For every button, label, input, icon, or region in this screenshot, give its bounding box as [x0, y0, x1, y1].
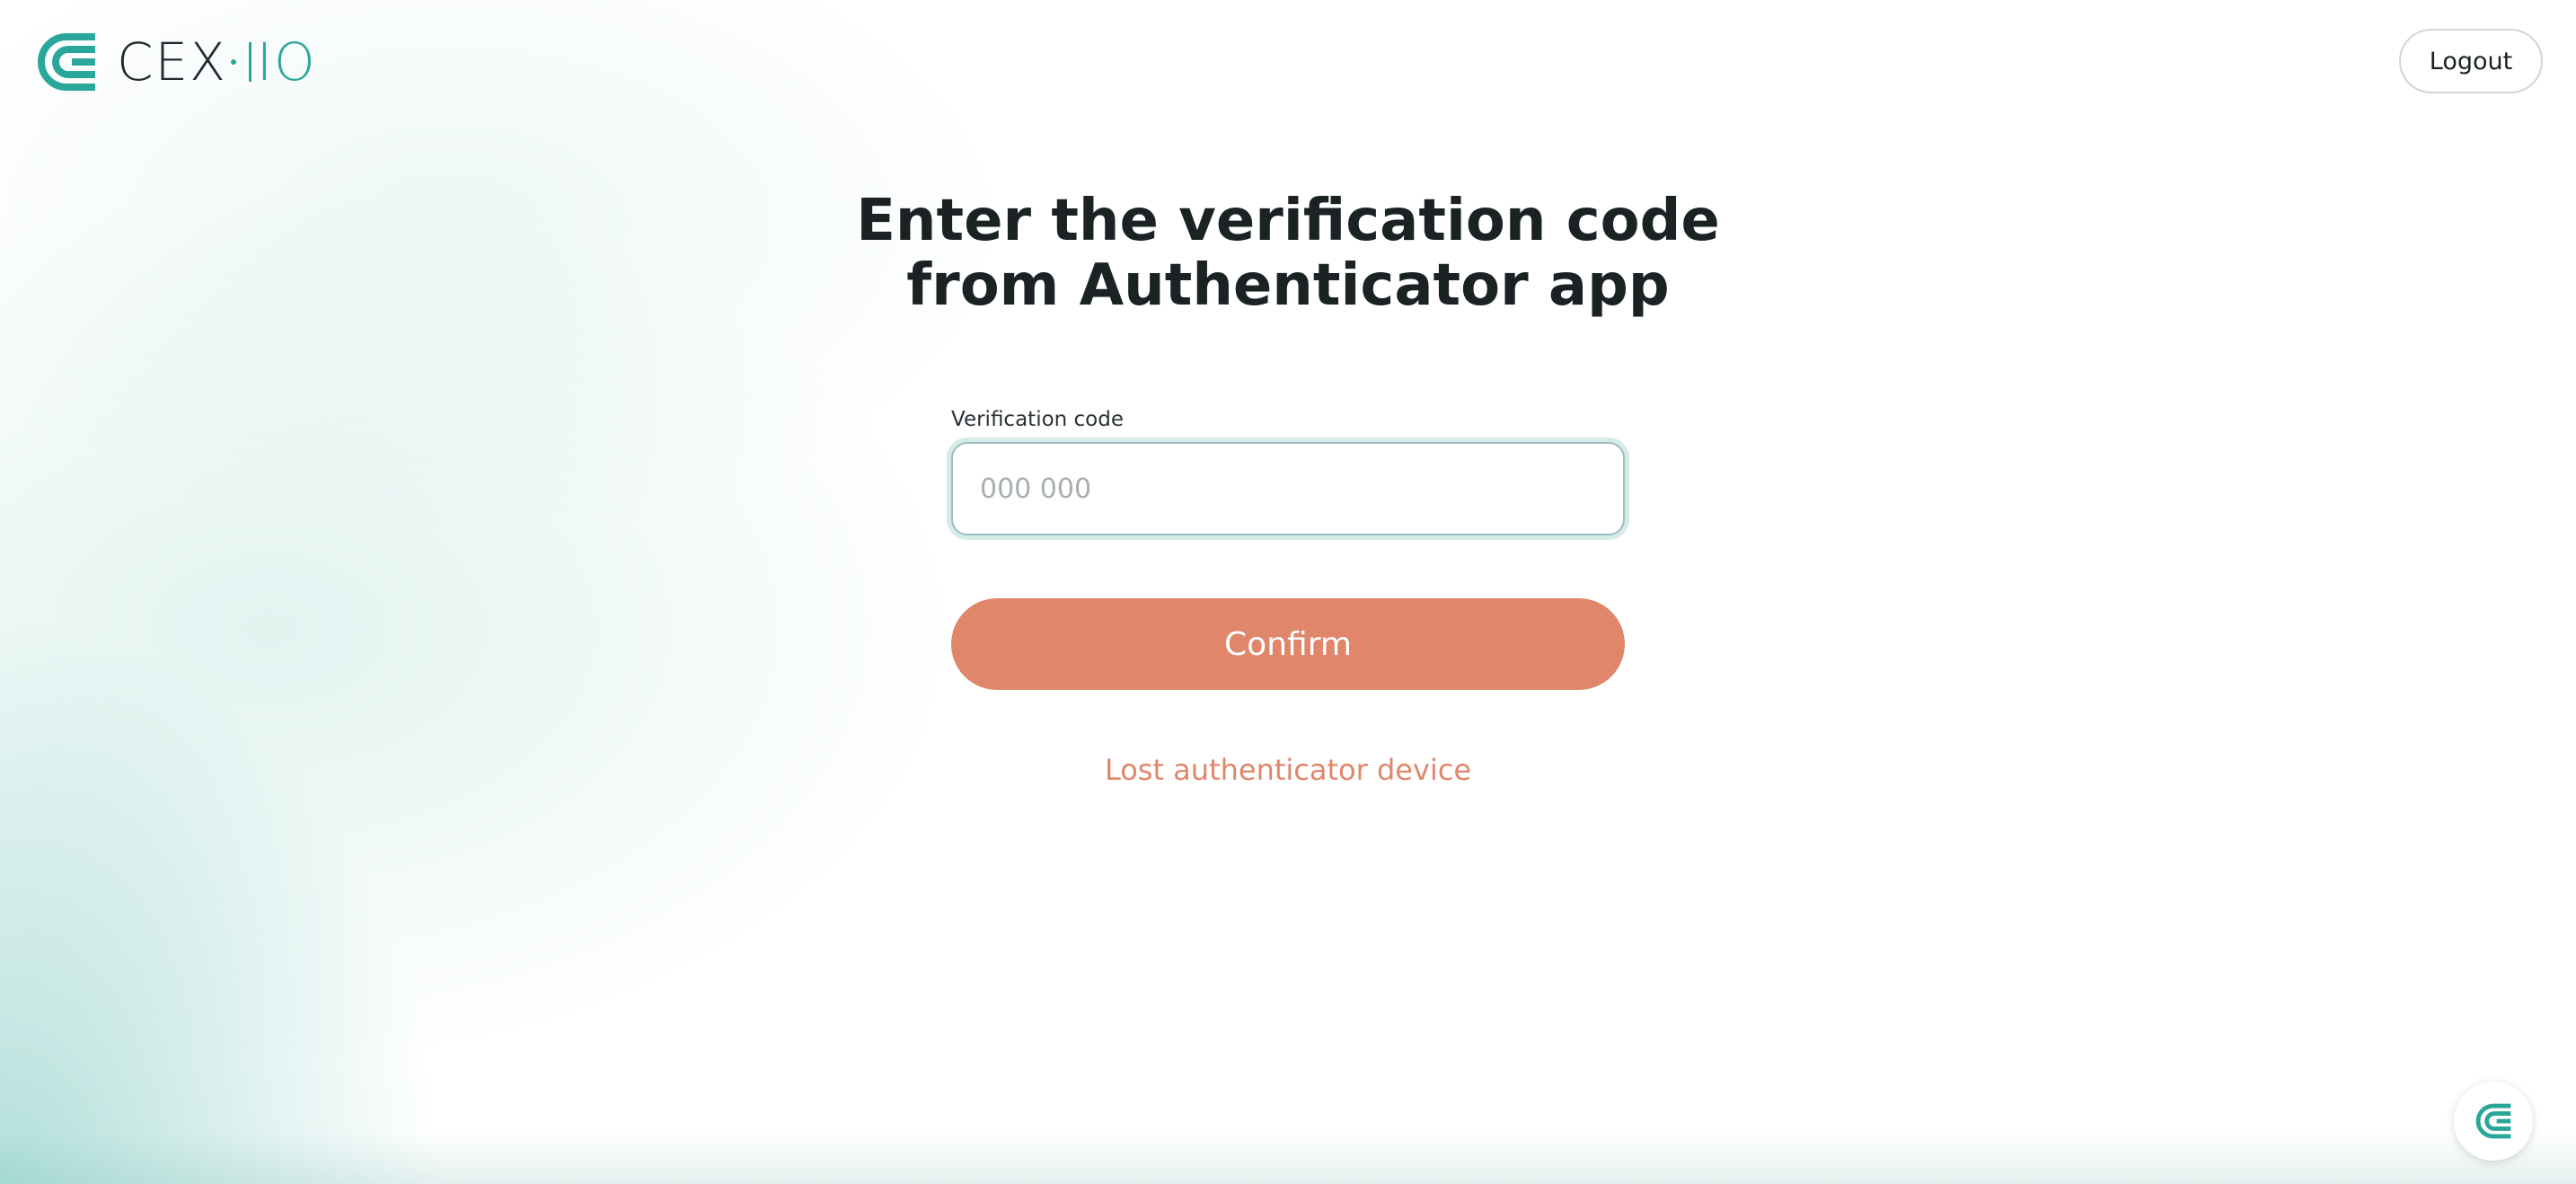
- cex-io-chat-icon: [2475, 1103, 2511, 1139]
- verification-code-label: Verification code: [951, 408, 1125, 431]
- verification-form: Verification code Confirm: [951, 408, 1625, 690]
- verification-panel: Enter the verification code from Authent…: [0, 189, 2576, 787]
- page-title: Enter the verification code from Authent…: [856, 188, 1720, 319]
- verification-code-field-wrapper: [951, 442, 1625, 535]
- logo-text-cex: CEX: [117, 31, 227, 93]
- logo-wordmark: CEX IO: [117, 31, 317, 93]
- top-header: CEX IO Logout: [0, 0, 2576, 126]
- cex-io-logo[interactable]: CEX IO: [32, 27, 317, 97]
- logo-text-io: IO: [256, 31, 317, 93]
- logout-button[interactable]: Logout: [2399, 29, 2543, 93]
- logo-separator: [248, 42, 251, 82]
- cex-io-logo-icon: [38, 33, 95, 91]
- chat-widget-button[interactable]: [2454, 1082, 2533, 1161]
- verification-code-input[interactable]: [978, 472, 1598, 506]
- logo-dot: [230, 59, 236, 65]
- confirm-button[interactable]: Confirm: [951, 598, 1625, 690]
- lost-authenticator-device-link[interactable]: Lost authenticator device: [1105, 753, 1471, 787]
